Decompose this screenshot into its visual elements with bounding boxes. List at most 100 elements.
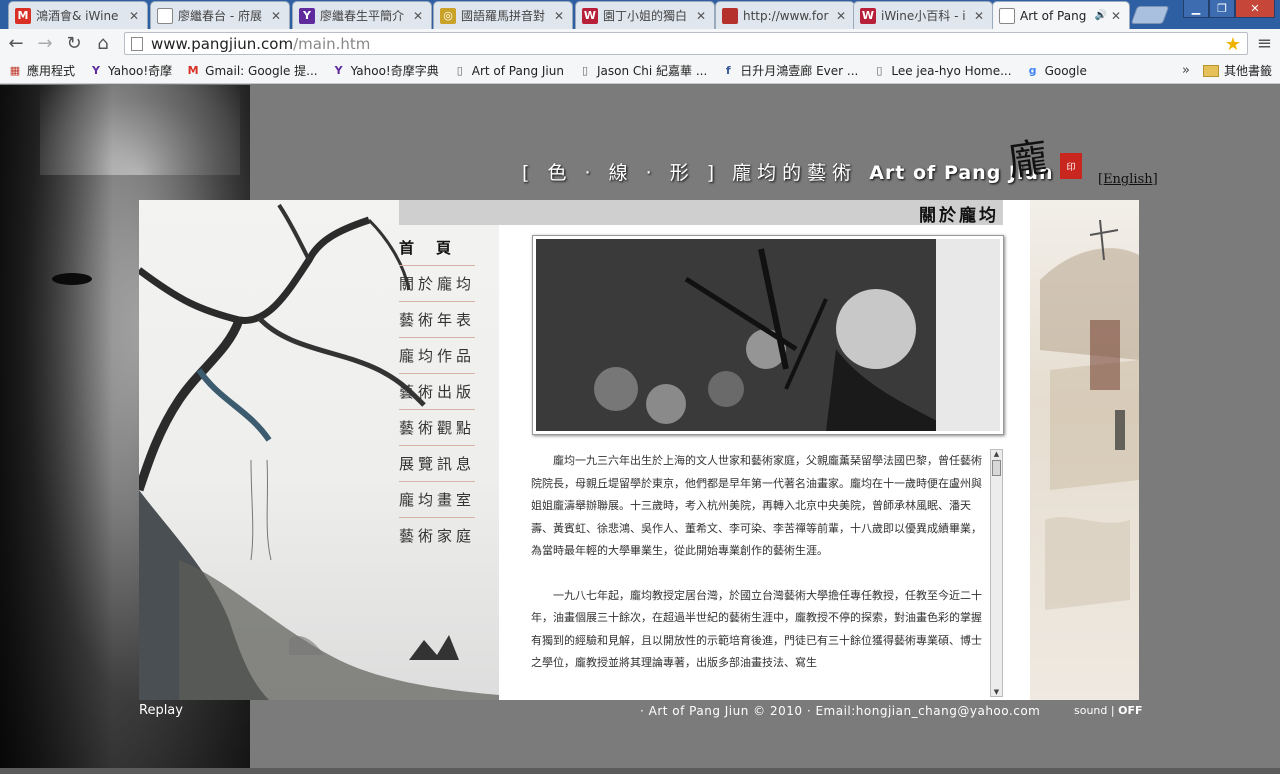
folder-icon [1202,64,1219,77]
browser-tab[interactable]: http://www.for ✕ [715,1,855,29]
bookmark-item[interactable]: Y Yahoo!奇摩字典 [332,62,439,79]
nav-item[interactable]: 展覽訊息 [399,446,475,482]
scroll-thumb[interactable] [992,460,1001,476]
bookmark-g-icon: g [1028,64,1037,77]
browser-tab[interactable]: M 鴻酒會& iWine ✕ [8,1,148,29]
nav-item[interactable]: 關於龐均 [399,266,475,302]
close-tab-icon[interactable]: ✕ [836,9,848,23]
tab-favicon-icon: ◎ [440,7,456,24]
home-icon[interactable]: ⌂ [90,31,116,57]
back-icon[interactable]: ← [3,31,29,57]
close-tab-icon[interactable]: ✕ [974,9,986,23]
scroll-down-icon[interactable]: ▼ [992,688,1001,696]
bookmark-item[interactable]: Y Yahoo!奇摩 [89,62,172,79]
bookmark-f-icon: f [725,64,731,77]
forward-icon[interactable]: → [32,31,58,57]
browser-tab[interactable]: Art of Pang 🔊 ✕ [992,1,1130,29]
nav-item[interactable]: 藝術出版 [399,374,475,410]
tab-label: 園丁小姐的獨白 [603,9,688,23]
red-seal-image: 印 [1060,153,1082,179]
bookmark-page-icon: ▯ [876,64,883,77]
url-path: /main.htm [293,34,371,53]
biography-scrollbar[interactable]: ▲ ▼ [990,449,1003,697]
nav-item[interactable]: 藝術觀點 [399,410,475,446]
maximize-button[interactable]: ❐ [1209,0,1235,18]
address-bar[interactable]: www.pangjiun.com/main.htm ★ [124,32,1248,55]
close-tab-icon[interactable]: ✕ [413,9,425,23]
bookmarks-overflow-button[interactable]: » [1182,63,1190,78]
nav-item[interactable]: 首頁 [399,230,475,266]
scroll-up-icon[interactable]: ▲ [992,450,1001,458]
bookmark-item[interactable]: ▦ 應用程式 [8,62,75,79]
sound-off-button[interactable]: OFF [1118,704,1142,717]
browser-tab-strip: M 鴻酒會& iWine ✕ 廖繼春台 - 府展 ✕ Y 廖繼春生平簡介 ✕ ◎ 國語羅馬拼音對 ✕… [0,0,1280,29]
other-bookmarks-label: 其他書籤 [1223,64,1272,78]
bookmark-page-icon: ▯ [581,64,588,77]
tab-favicon-icon [999,7,1015,24]
close-tab-icon[interactable]: ✕ [696,9,708,23]
tab-favicon-icon [722,7,738,24]
nav-item[interactable]: 龐均作品 [399,338,475,374]
browser-tab[interactable]: 廖繼春台 - 府展 ✕ [150,1,290,29]
tab-label: Art of Pang [1020,8,1087,23]
tab-label: 廖繼春台 - 府展 [178,9,262,23]
menu-icon[interactable]: ≡ [1257,33,1272,54]
bookmark-item[interactable]: g Google [1026,64,1087,78]
footer-text: · Art of Pang Jiun © 2010 · Email:hongji… [640,704,1041,718]
site-title: [ 色 · 線 · 形 ] 龐均的藝術 Art of Pang Jiun [522,158,1054,185]
tab-favicon-icon [157,7,173,24]
reload-icon[interactable]: ↻ [61,31,87,57]
close-tab-icon[interactable]: ✕ [271,9,283,23]
browser-tab[interactable]: Y 廖繼春生平簡介 ✕ [292,1,432,29]
bookmark-label: Art of Pang Jiun [471,63,564,78]
bookmark-page-icon: ▯ [456,64,463,77]
url-host: www.pangjiun.com [151,34,294,53]
bookmark-item[interactable]: f 日升月鴻壹廊 Ever ... [721,62,858,79]
star-bookmark-icon[interactable]: ★ [1225,34,1241,55]
browser-toolbar: ← → ↻ ⌂ www.pangjiun.com/main.htm ★ ≡ [0,29,1280,58]
sound-toggle[interactable]: sound | OFF [1074,704,1142,717]
bookmark-item[interactable]: M Gmail: Google 提... [186,62,318,79]
bookmark-label: Yahoo!奇摩 [108,64,173,78]
english-language-link[interactable]: [English] [1098,172,1158,187]
tab-favicon-icon: M [15,7,31,24]
browser-tab[interactable]: W 園丁小姐的獨白 ✕ [575,1,715,29]
sound-label: sound | [1074,704,1115,717]
tab-label: 鴻酒會& iWine [36,9,119,23]
close-tab-icon[interactable]: ✕ [1111,9,1123,23]
bookmark-label: Google [1044,63,1087,78]
bookmark-label: 日升月鴻壹廊 Ever ... [740,64,859,78]
bookmark-M-icon: M [187,64,199,77]
replay-button[interactable]: Replay [139,703,183,718]
bookmark-grid-icon: ▦ [9,64,21,77]
new-tab-button[interactable] [1130,6,1170,24]
nav-item[interactable]: 藝術年表 [399,302,475,338]
tab-label: 國語羅馬拼音對 [461,9,546,23]
other-bookmarks-folder[interactable]: 其他書籤 [1202,62,1272,79]
bookmark-item[interactable]: ▯ Jason Chi 紀嘉華 ... [578,62,707,79]
bookmark-item[interactable]: ▯ Art of Pang Jiun [453,64,564,78]
close-window-button[interactable]: ✕ [1235,0,1275,18]
tab-label: 廖繼春生平簡介 [320,9,405,23]
bookmark-label: Lee jea-hyo Home... [891,63,1012,78]
browser-tab[interactable]: ◎ 國語羅馬拼音對 ✕ [433,1,573,29]
tab-label: http://www.for [743,8,829,23]
bookmark-item[interactable]: ▯ Lee jea-hyo Home... [872,64,1011,78]
bookmark-label: Gmail: Google 提... [205,64,318,78]
browser-tab[interactable]: WiWine小百科 - i ✕ [853,1,993,29]
close-tab-icon[interactable]: ✕ [554,9,566,23]
tab-favicon-icon: W [582,7,598,24]
bookmark-label: 應用程式 [27,64,76,78]
bookmark-label: Jason Chi 紀嘉華 ... [596,64,708,78]
panel-header-bar: 關於龐均 [399,200,1003,226]
minimize-button[interactable]: ▁ [1183,0,1209,18]
tab-label: iWine小百科 - i [881,9,966,23]
bookmarks-bar: ▦ 應用程式 Y Yahoo!奇摩 M Gmail: Google 提... Y Yahoo!… [0,58,1280,84]
taskbar [0,768,1280,774]
village-painting-image [1030,200,1139,700]
nav-item[interactable]: 龐均畫室 [399,482,475,518]
nav-item[interactable]: 藝術家庭 [399,518,475,554]
close-tab-icon[interactable]: ✕ [129,9,141,23]
bookmark-Y-icon: Y [334,64,343,77]
tab-favicon-icon: Y [299,7,315,24]
